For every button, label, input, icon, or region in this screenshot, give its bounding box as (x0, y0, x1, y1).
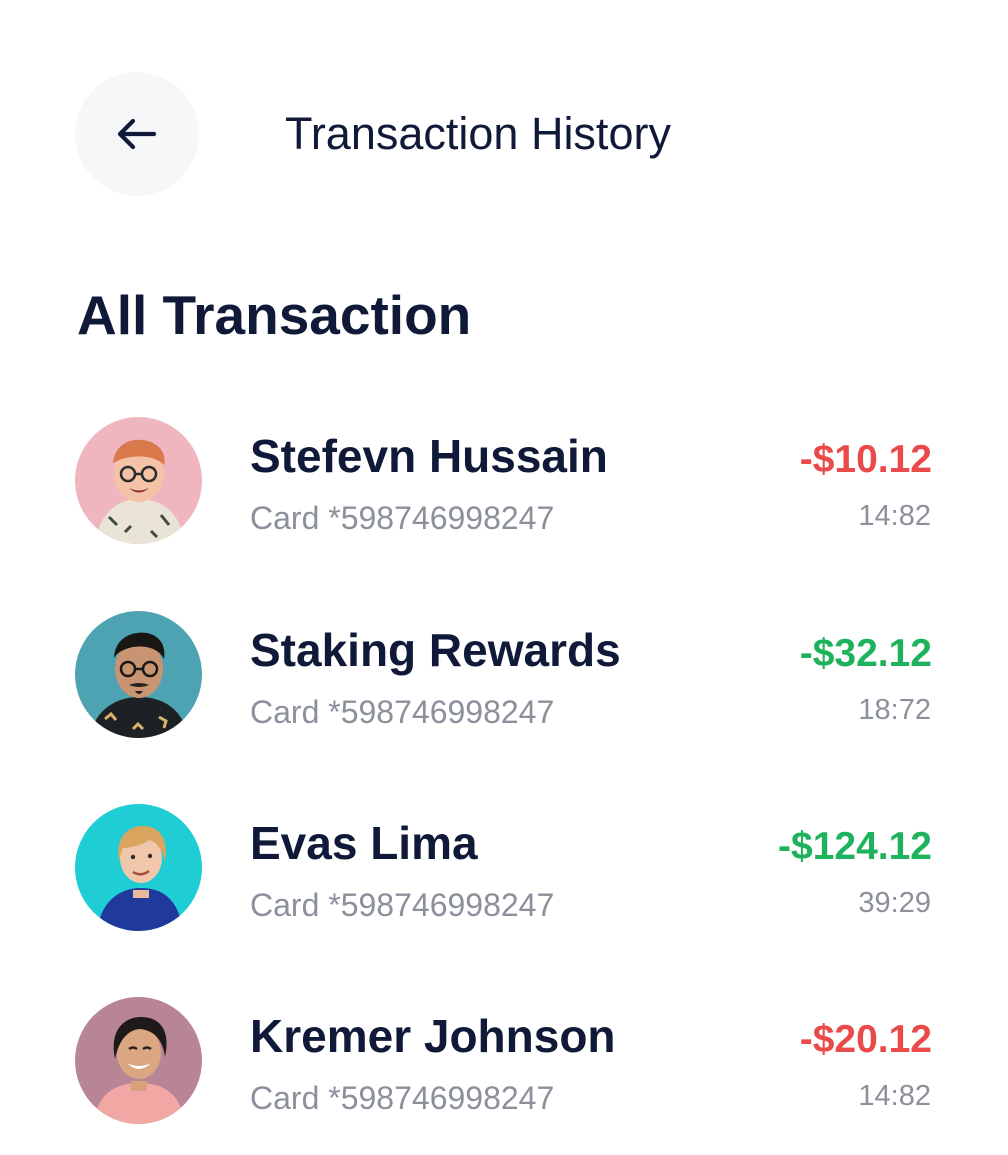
transaction-amount: -$124.12 (778, 825, 932, 868)
person-avatar-image (75, 997, 202, 1124)
avatar (75, 611, 202, 738)
transaction-name: Staking Rewards (250, 624, 621, 676)
card-number: Card *598746998247 (250, 1080, 555, 1116)
transaction-time: 14:82 (858, 1080, 931, 1112)
transaction-amount: -$32.12 (799, 632, 932, 675)
transaction-amount: -$20.12 (799, 1018, 932, 1061)
avatar (75, 997, 202, 1124)
transaction-row[interactable]: Staking Rewards Card *598746998247 -$32.… (0, 611, 1008, 751)
header: Transaction History (0, 0, 1008, 230)
page-title: Transaction History (285, 108, 671, 159)
person-avatar-image (75, 611, 202, 738)
card-number: Card *598746998247 (250, 887, 555, 923)
transaction-name: Evas Lima (250, 817, 478, 869)
avatar (75, 417, 202, 544)
card-number: Card *598746998247 (250, 500, 555, 536)
transaction-row[interactable]: Stefevn Hussain Card *598746998247 -$10.… (0, 417, 1008, 557)
person-avatar-image (75, 804, 202, 931)
avatar (75, 804, 202, 931)
transaction-row[interactable]: Kremer Johnson Card *598746998247 -$20.1… (0, 997, 1008, 1137)
person-avatar-image (75, 417, 202, 544)
transaction-amount: -$10.12 (799, 438, 932, 481)
section-title: All Transaction (77, 284, 472, 346)
transaction-time: 14:82 (858, 500, 931, 532)
transaction-row[interactable]: Evas Lima Card *598746998247 -$124.12 39… (0, 804, 1008, 944)
back-button[interactable] (75, 72, 199, 196)
transaction-name: Stefevn Hussain (250, 430, 608, 482)
arrow-left-icon (117, 118, 157, 150)
transaction-time: 18:72 (858, 694, 931, 726)
transaction-time: 39:29 (858, 887, 931, 919)
transaction-name: Kremer Johnson (250, 1010, 616, 1062)
card-number: Card *598746998247 (250, 694, 555, 730)
